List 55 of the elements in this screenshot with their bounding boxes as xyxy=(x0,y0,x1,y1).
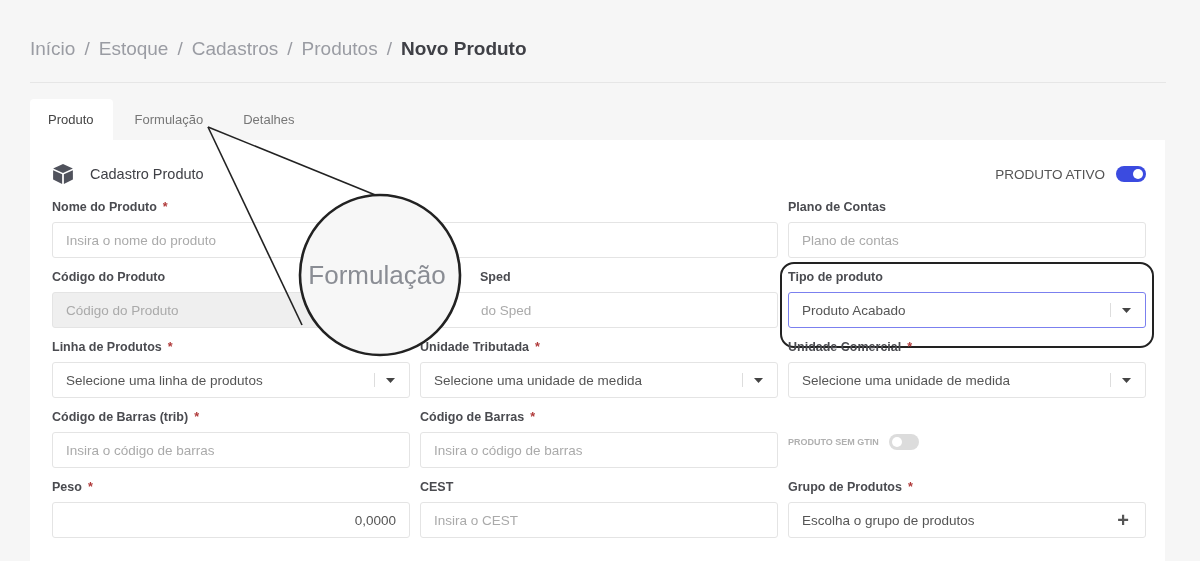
required-mark: * xyxy=(194,410,199,426)
cube-icon xyxy=(52,163,74,185)
active-toggle[interactable] xyxy=(1116,166,1146,182)
field-label: Plano de Contas xyxy=(788,200,886,216)
select-value: Selecione uma unidade de medida xyxy=(802,372,1011,388)
select-value: Produto Acabado xyxy=(802,302,907,318)
toggle-label: PRODUTO SEM GTIN xyxy=(788,437,879,447)
input-field[interactable]: 0,0000 xyxy=(52,502,410,538)
select-field[interactable]: Selecione uma unidade de medida xyxy=(420,362,778,398)
select-field[interactable]: Produto Acabado xyxy=(788,292,1146,328)
field-label: Código de Barras xyxy=(420,410,525,426)
add-button[interactable]: + xyxy=(1115,508,1131,532)
page-title: Novo Produto xyxy=(400,38,527,60)
required-mark: * xyxy=(907,340,913,356)
select-field[interactable]: Selecione uma linha de produtos xyxy=(52,362,410,398)
breadcrumb-separator: / xyxy=(287,38,293,60)
required-mark: * xyxy=(530,410,536,426)
required-mark: * xyxy=(167,340,173,356)
caret-icon xyxy=(1122,307,1131,313)
input-field[interactable]: Plano de contas xyxy=(788,222,1146,258)
breadcrumb-separator: / xyxy=(386,38,392,60)
input-field[interactable]: Insira o CEST xyxy=(420,502,778,538)
required-mark: * xyxy=(162,200,168,216)
tab[interactable]: Produto xyxy=(30,99,113,140)
caret-icon xyxy=(754,377,763,383)
select-value: Selecione uma linha de produtos xyxy=(66,372,264,388)
tab[interactable]: Formulação xyxy=(112,99,224,140)
field-label: Código do Produto xyxy=(52,270,166,286)
gtin-toggle[interactable] xyxy=(888,434,919,450)
field-label: Código de Barras (trib) xyxy=(52,410,189,426)
select-field[interactable]: Selecione uma unidade de medida xyxy=(788,362,1146,398)
field-label: CEST xyxy=(420,480,454,496)
required-mark: * xyxy=(907,480,913,496)
select-field[interactable]: Escolha o grupo de produtos + xyxy=(788,502,1146,538)
caret-icon xyxy=(386,377,395,383)
section-title: Cadastro Produto xyxy=(90,166,204,182)
field-label: Linha de Produtos xyxy=(52,340,162,356)
field-label: Unidade Tributada xyxy=(420,340,530,356)
field-label: Grupo de Produtos xyxy=(788,480,902,496)
select-value: Escolha o grupo de produtos xyxy=(802,512,976,528)
toggle-label: PRODUTO ATIVO xyxy=(995,166,1105,182)
field-label: Sped xyxy=(480,270,511,286)
field-label: Nome do Produto xyxy=(52,200,157,216)
field-label: Tipo de produto xyxy=(788,270,883,286)
breadcrumb-separator: / xyxy=(84,38,90,60)
select-value: Selecione uma unidade de medida xyxy=(434,372,643,388)
field-label: Peso xyxy=(52,480,82,496)
required-mark: * xyxy=(535,340,540,356)
input-field[interactable]: Insira o código de barras xyxy=(52,432,410,468)
breadcrumb-separator: / xyxy=(177,38,183,60)
input-field[interactable]: Insira o código de barras xyxy=(420,432,778,468)
tab[interactable]: Detalhes xyxy=(223,99,315,140)
required-mark: * xyxy=(87,480,93,496)
magnified-tab-label: Formulação xyxy=(308,260,446,290)
caret-icon xyxy=(1122,377,1131,383)
